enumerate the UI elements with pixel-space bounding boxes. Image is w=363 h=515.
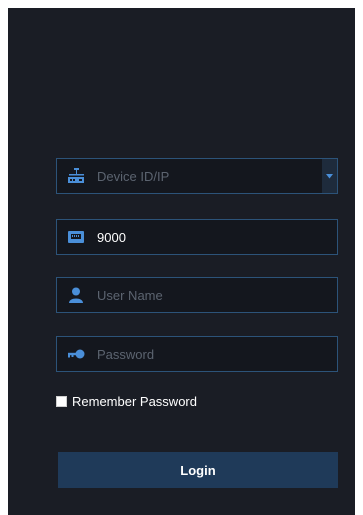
remember-password-label: Remember Password (72, 394, 197, 409)
device-id-field[interactable]: Device ID/IP (56, 158, 338, 194)
chevron-down-icon (326, 173, 333, 178)
key-icon (66, 344, 86, 364)
port-field[interactable]: 9000 (56, 219, 338, 255)
remember-password-option[interactable]: Remember Password (56, 394, 197, 409)
network-device-icon (66, 166, 86, 186)
port-icon (66, 227, 86, 247)
user-icon (66, 285, 86, 305)
remember-password-checkbox[interactable] (56, 396, 67, 407)
username-field[interactable]: User Name (56, 277, 338, 313)
device-id-input[interactable]: Device ID/IP (97, 169, 169, 184)
login-button[interactable]: Login (58, 452, 338, 488)
username-input[interactable]: User Name (97, 288, 163, 303)
port-input[interactable]: 9000 (97, 230, 126, 245)
device-dropdown-button[interactable] (322, 159, 337, 193)
password-field[interactable]: Password (56, 336, 338, 372)
password-input[interactable]: Password (97, 347, 154, 362)
login-panel: Device ID/IP 9000 User Name Password Rem… (8, 8, 355, 515)
